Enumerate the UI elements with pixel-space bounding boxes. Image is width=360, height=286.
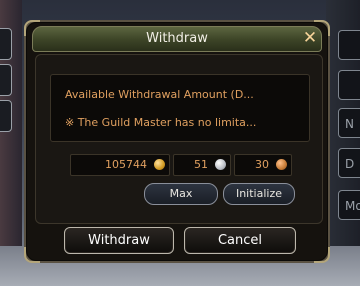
max-button[interactable]: Max — [144, 183, 218, 205]
background-tab: N — [338, 108, 360, 138]
info-box: Available Withdrawal Amount (D... ※ The … — [50, 74, 310, 142]
initialize-button[interactable]: Initialize — [223, 183, 295, 205]
silver-amount-field[interactable]: 51 — [173, 154, 231, 176]
dialog-titlebar[interactable]: Withdraw ✕ — [32, 26, 322, 52]
copper-coin-icon — [276, 159, 287, 170]
gold-amount-field[interactable]: 105744 — [70, 154, 170, 176]
gold-coin-icon — [154, 159, 165, 170]
withdraw-button[interactable]: Withdraw — [64, 227, 174, 254]
gold-amount-value: 105744 — [105, 158, 147, 171]
background-left-button — [0, 28, 12, 60]
close-icon[interactable]: ✕ — [301, 29, 319, 47]
withdrawal-limit-text: Available Withdrawal Amount (D... — [65, 88, 254, 101]
copper-amount-field[interactable]: 30 — [234, 154, 292, 176]
withdraw-dialog: Withdraw ✕ Available Withdrawal Amount (… — [24, 20, 330, 263]
background-tab: Mo — [338, 190, 360, 220]
frame-corner — [24, 247, 40, 263]
background-left-panel — [0, 0, 22, 286]
silver-coin-icon — [215, 159, 226, 170]
background-left-button — [0, 64, 12, 96]
copper-amount-value: 30 — [255, 158, 269, 171]
background-left-button — [0, 100, 12, 132]
silver-amount-value: 51 — [194, 158, 208, 171]
cancel-button[interactable]: Cancel — [184, 227, 296, 254]
background-right-panel: N D Mo — [326, 0, 360, 286]
background-tab — [338, 70, 360, 100]
dialog-title: Withdraw — [146, 31, 208, 46]
background-tab — [338, 30, 360, 60]
background-tab: D — [338, 148, 360, 178]
withdraw-panel: Available Withdrawal Amount (D... ※ The … — [35, 54, 323, 224]
frame-corner — [314, 247, 330, 263]
guild-master-note: ※ The Guild Master has no limita... — [65, 116, 257, 129]
